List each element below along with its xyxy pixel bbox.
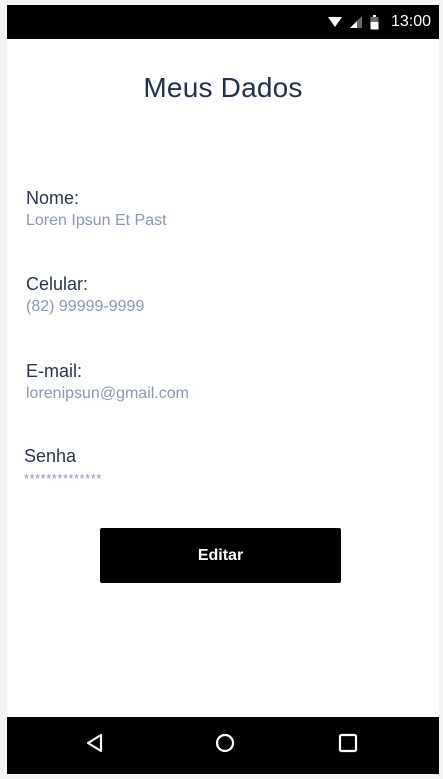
- edit-button[interactable]: Editar: [100, 528, 341, 583]
- phone-screen: 13:00 Meus Dados Nome: Loren Ipsun Et Pa…: [7, 5, 439, 774]
- name-label: Nome:: [26, 188, 80, 208]
- phone-value: (82) 99999-9999: [26, 298, 145, 315]
- home-icon: [215, 733, 235, 758]
- home-button[interactable]: [195, 717, 255, 774]
- email-label: E-mail:: [26, 361, 83, 381]
- page-title: Meus Dados: [143, 72, 303, 103]
- navigation-bar: [7, 717, 439, 774]
- back-button[interactable]: [65, 717, 125, 774]
- email-value: lorenipsun@gmail.com: [26, 385, 189, 402]
- recent-apps-icon: [338, 733, 358, 758]
- status-icons: 13:00: [327, 5, 431, 39]
- email-field: E-mail: lorenipsun@gmail.com: [26, 361, 189, 403]
- status-time: 13:00: [390, 13, 431, 30]
- name-value: Loren Ipsun Et Past: [26, 212, 167, 229]
- recent-apps-button[interactable]: [318, 717, 378, 774]
- phone-label: Celular:: [26, 274, 89, 294]
- battery-icon: [370, 14, 379, 30]
- phone-field: Celular: (82) 99999-9999: [26, 274, 144, 316]
- name-field: Nome: Loren Ipsun Et Past: [26, 188, 167, 230]
- status-bar: 13:00: [7, 5, 439, 39]
- password-label: Senha: [24, 446, 77, 466]
- back-icon: [85, 733, 105, 758]
- password-field: Senha **************: [24, 446, 102, 486]
- password-value: **************: [24, 471, 102, 486]
- wifi-icon: [327, 16, 342, 28]
- signal-icon: [349, 16, 362, 28]
